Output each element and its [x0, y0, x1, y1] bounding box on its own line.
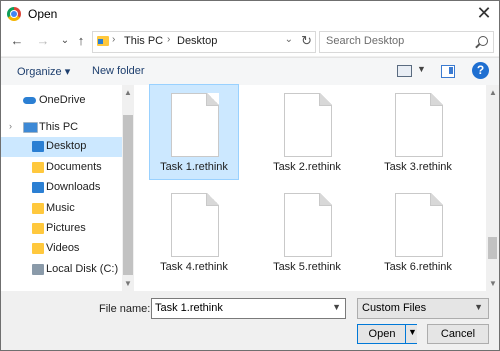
open-dialog: Open ✕ ← → ⌄ ↑ › This PC › Desktop ⌄ ↻ S…	[0, 0, 500, 351]
file-name-label: Task 6.rethink	[384, 261, 452, 273]
cancel-button[interactable]: Cancel	[427, 324, 489, 344]
document-icon	[284, 193, 332, 257]
change-view-icon[interactable]	[397, 65, 412, 77]
sidebar-item-label: Desktop	[46, 140, 87, 152]
up-button[interactable]: ↑	[73, 33, 89, 49]
file-name-value[interactable]: Task 1.rethink	[155, 302, 223, 314]
scroll-up-icon[interactable]: ▲	[124, 88, 132, 97]
document-icon	[395, 193, 443, 257]
sidebar-item-pictures[interactable]: Pictures	[1, 219, 123, 239]
sidebar-item-videos[interactable]: Videos	[1, 239, 123, 259]
open-button-label: Open	[368, 328, 396, 340]
pictures-folder-icon	[32, 223, 44, 234]
sidebar-item-label: This PC	[39, 121, 79, 133]
chevron-down-icon: ▼	[474, 302, 483, 312]
sidebar-item-local-disk[interactable]: Local Disk (C:)	[1, 260, 123, 280]
file-name-label: Task 4.rethink	[160, 261, 228, 273]
command-bar: Organize ▾ New folder ▼ ?	[1, 57, 499, 86]
file-name-label: Task 3.rethink	[384, 161, 452, 173]
file-name-dropdown-icon[interactable]: ▼	[332, 302, 341, 312]
new-folder-button[interactable]: New folder	[92, 65, 145, 77]
file-item-task-1[interactable]: Task 1.rethink	[149, 84, 239, 180]
file-item-task-3[interactable]: Task 3.rethink	[374, 85, 462, 179]
sidebar-item-desktop[interactable]: Desktop	[1, 137, 123, 157]
sidebar-item-label: OneDrive	[39, 94, 86, 106]
document-icon	[171, 193, 219, 257]
help-icon[interactable]: ?	[472, 62, 489, 79]
downloads-folder-icon	[32, 182, 44, 193]
file-type-select[interactable]: Custom Files ▼	[357, 298, 489, 319]
scroll-down-icon[interactable]: ▼	[124, 279, 132, 288]
address-dropdown-icon[interactable]: ⌄	[285, 34, 293, 45]
search-input[interactable]: Search Desktop	[326, 35, 404, 47]
file-item-task-4[interactable]: Task 4.rethink	[150, 185, 238, 279]
file-name-label: File name:	[99, 303, 151, 315]
open-button[interactable]: Open ▼	[357, 324, 417, 344]
file-list: Task 1.rethink Task 2.rethink Task 3.ret…	[134, 84, 486, 291]
cloud-icon	[23, 97, 36, 104]
cancel-button-label: Cancel	[440, 328, 476, 340]
sidebar-item-downloads[interactable]: Downloads	[1, 178, 123, 198]
sidebar-scroll-thumb[interactable]	[123, 115, 133, 275]
sidebar-item-label: Documents	[46, 161, 102, 173]
title-bar: Open ✕	[1, 1, 499, 28]
documents-folder-icon	[32, 162, 44, 173]
file-item-task-5[interactable]: Task 5.rethink	[263, 185, 351, 279]
sidebar-item-music[interactable]: Music	[1, 199, 123, 219]
dialog-footer: File name: Task 1.rethink ▼ Custom Files…	[1, 291, 499, 350]
file-list-scroll-thumb[interactable]	[488, 237, 497, 259]
breadcrumb-separator: ›	[167, 34, 171, 45]
breadcrumb-this-pc[interactable]: This PC	[124, 35, 163, 47]
sidebar-item-label: Downloads	[46, 181, 101, 193]
sidebar-item-label: Local Disk (C:)	[46, 263, 119, 275]
address-bar[interactable]: › This PC › Desktop ⌄ ↻	[92, 31, 316, 53]
sidebar-item-documents[interactable]: Documents	[1, 158, 123, 178]
music-folder-icon	[32, 203, 44, 214]
sidebar-item-label: Videos	[46, 242, 80, 254]
breadcrumb-separator: ›	[112, 34, 116, 45]
videos-folder-icon	[32, 243, 44, 254]
back-button[interactable]: ←	[9, 33, 25, 49]
refresh-icon[interactable]: ↻	[301, 33, 312, 49]
file-list-scrollbar[interactable]	[486, 85, 499, 291]
chevron-down-icon: ▼	[408, 327, 417, 337]
scroll-up-icon[interactable]: ▲	[489, 88, 497, 97]
document-icon	[395, 93, 443, 157]
document-icon	[171, 93, 219, 157]
file-name-label: Task 2.rethink	[273, 161, 341, 173]
file-type-value: Custom Files	[362, 302, 427, 314]
preview-pane-icon[interactable]	[441, 65, 455, 78]
navigation-bar: ← → ⌄ ↑ › This PC › Desktop ⌄ ↻ Search D…	[1, 28, 499, 56]
forward-button[interactable]: →	[35, 33, 51, 49]
file-item-task-2[interactable]: Task 2.rethink	[263, 85, 351, 179]
close-button[interactable]: ✕	[469, 1, 499, 28]
sidebar-item-label: Pictures	[46, 222, 86, 234]
chevron-icon: ›	[9, 121, 12, 131]
sidebar-item-onedrive[interactable]: OneDrive	[1, 91, 123, 111]
folder-icon	[97, 36, 109, 46]
open-split-button[interactable]: ▼	[405, 325, 417, 343]
sidebar-item-label: Music	[46, 202, 75, 214]
breadcrumb-desktop[interactable]: Desktop	[177, 35, 217, 47]
navigation-pane: OneDrive › This PC Desktop Documents Dow…	[1, 85, 134, 291]
computer-icon	[23, 122, 38, 133]
sidebar-item-this-pc[interactable]: › This PC	[1, 118, 123, 138]
disk-icon	[32, 264, 44, 275]
search-icon	[478, 36, 488, 46]
window-title: Open	[28, 7, 58, 21]
organize-button[interactable]: Organize ▾	[17, 65, 70, 78]
search-box[interactable]: Search Desktop	[319, 31, 494, 53]
scroll-down-icon[interactable]: ▼	[489, 279, 497, 288]
recent-locations-button[interactable]: ⌄	[57, 33, 73, 49]
file-name-label: Task 1.rethink	[160, 161, 228, 173]
desktop-folder-icon	[32, 141, 44, 152]
file-name-label: Task 5.rethink	[273, 261, 341, 273]
chrome-icon	[7, 7, 21, 21]
file-name-field[interactable]: Task 1.rethink ▼	[151, 298, 346, 319]
document-icon	[284, 93, 332, 157]
file-item-task-6[interactable]: Task 6.rethink	[374, 185, 462, 279]
view-options-dropdown-icon[interactable]: ▼	[417, 64, 426, 74]
